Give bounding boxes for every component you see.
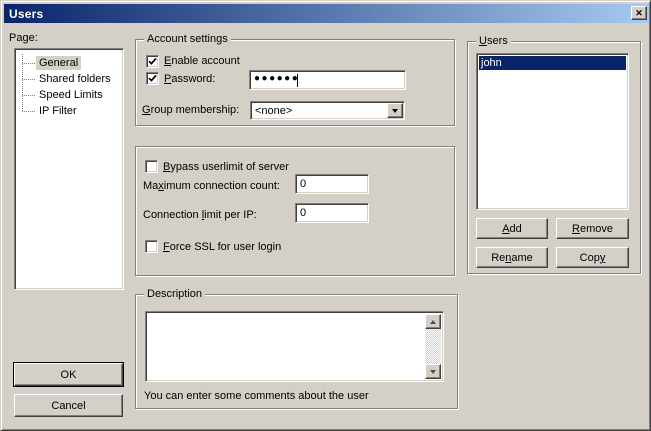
max-connection-input[interactable]: 0 <box>295 174 369 194</box>
titlebar[interactable]: Users ✕ <box>4 4 649 23</box>
tree-branch-icon <box>22 63 35 64</box>
description-scrollbar[interactable] <box>425 314 441 379</box>
users-dialog: Users ✕ Page: General Shared folders Spe… <box>0 0 651 431</box>
force-ssl-checkbox[interactable] <box>145 240 158 253</box>
page-label: Page: <box>9 32 38 44</box>
max-connection-label: Maximum connection count: <box>143 180 280 192</box>
check-icon <box>148 57 157 66</box>
window-title: Users <box>4 7 43 21</box>
cancel-button[interactable]: Cancel <box>14 394 123 417</box>
tree-branch-icon <box>22 111 35 112</box>
bypass-userlimit-label[interactable]: Bypass userlimit of server <box>163 161 289 173</box>
ok-button-label: OK <box>61 369 77 381</box>
bypass-userlimit-checkbox[interactable] <box>145 160 158 173</box>
password-label[interactable]: Password: <box>164 73 215 85</box>
close-icon: ✕ <box>635 9 643 18</box>
tree-item-label: IP Filter <box>36 104 80 118</box>
users-listbox[interactable]: john <box>476 53 629 210</box>
account-settings-caption: Account settings <box>144 33 231 45</box>
check-icon <box>148 74 157 83</box>
password-masked-value: ●●●●●● <box>254 73 299 84</box>
cancel-button-label: Cancel <box>51 400 85 412</box>
ok-button[interactable]: OK <box>14 363 123 386</box>
chevron-down-icon <box>392 109 398 113</box>
force-ssl-label[interactable]: Force SSL for user login <box>163 241 281 253</box>
users-listbox-inner: john <box>479 56 626 207</box>
tree-branch-icon <box>22 95 35 96</box>
ip-limit-label: Connection limit per IP: <box>143 209 257 221</box>
dropdown-button[interactable] <box>387 103 403 118</box>
scroll-down-button[interactable] <box>425 364 441 379</box>
ip-limit-input[interactable]: 0 <box>295 203 369 223</box>
tree-item-label: Shared folders <box>36 72 114 86</box>
text-caret <box>297 74 298 87</box>
users-group: Users john Add Remove Rename Copy <box>467 41 641 274</box>
account-settings-group: Account settings Enable account Password… <box>135 39 455 126</box>
tree-item-speed-limits[interactable]: Speed Limits <box>17 87 106 103</box>
add-button-label: Add <box>502 223 522 235</box>
max-connection-value: 0 <box>300 178 306 190</box>
group-membership-select[interactable]: <none> <box>250 101 405 120</box>
close-button[interactable]: ✕ <box>631 6 647 20</box>
copy-button-label: Copy <box>580 252 606 264</box>
scroll-down-icon <box>430 370 436 374</box>
tree-branch-icon <box>22 79 35 80</box>
group-membership-label: Group membership: <box>142 104 239 116</box>
remove-button-label: Remove <box>572 223 613 235</box>
add-user-button[interactable]: Add <box>476 218 548 239</box>
rename-user-button[interactable]: Rename <box>476 247 548 268</box>
enable-account-label[interactable]: Enable account <box>164 55 240 67</box>
password-checkbox[interactable] <box>146 72 159 85</box>
remove-user-button[interactable]: Remove <box>556 218 629 239</box>
group-membership-value: <none> <box>255 105 292 117</box>
user-list-item[interactable]: john <box>479 56 626 70</box>
copy-user-button[interactable]: Copy <box>556 247 629 268</box>
connection-limits-group: Bypass userlimit of server Maximum conne… <box>135 146 455 276</box>
user-name: john <box>481 57 502 69</box>
tree-item-label: General <box>36 56 81 70</box>
tree-item-ip-filter[interactable]: IP Filter <box>17 103 80 119</box>
tree-item-shared-folders[interactable]: Shared folders <box>17 71 114 87</box>
tree-item-label: Speed Limits <box>36 88 106 102</box>
description-caption: Description <box>144 288 205 300</box>
password-input[interactable]: ●●●●●● <box>249 70 406 90</box>
description-textarea[interactable] <box>145 311 444 382</box>
enable-account-checkbox[interactable] <box>146 55 159 68</box>
ip-limit-value: 0 <box>300 207 306 219</box>
scroll-up-button[interactable] <box>425 314 441 329</box>
tree-item-general[interactable]: General <box>17 55 81 71</box>
users-caption: Users <box>476 35 511 47</box>
scroll-up-icon <box>430 320 436 324</box>
page-tree-inner: General Shared folders Speed Limits IP F… <box>17 51 121 287</box>
description-hint: You can enter some comments about the us… <box>144 390 369 402</box>
page-tree[interactable]: General Shared folders Speed Limits IP F… <box>14 48 124 290</box>
rename-button-label: Rename <box>491 252 533 264</box>
description-group: Description You can enter some comments … <box>135 294 458 409</box>
